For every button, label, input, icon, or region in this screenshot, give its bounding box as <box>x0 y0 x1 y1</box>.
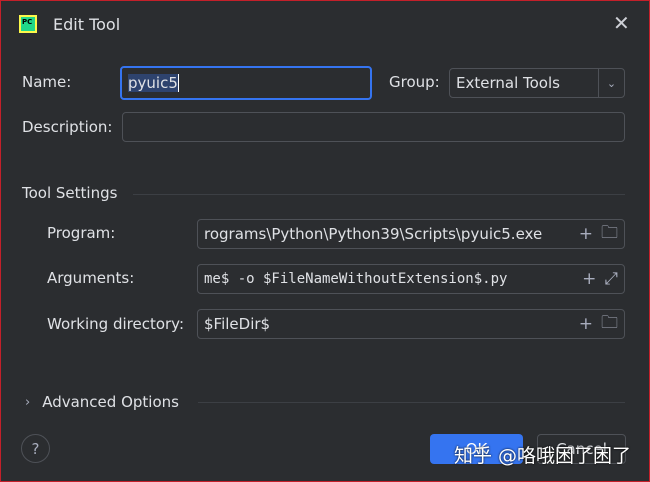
plus-icon[interactable]: + <box>579 224 593 244</box>
group-select[interactable]: External Tools ⌄ <box>449 68 625 98</box>
working-directory-input[interactable]: $FileDir$ + 🗀 <box>197 309 625 339</box>
help-button[interactable]: ? <box>21 434 50 463</box>
working-directory-label: Working directory: <box>47 315 185 333</box>
watermark: 知乎 @咯哦困了困了 <box>454 445 632 467</box>
plus-icon[interactable]: + <box>582 269 596 289</box>
group-label: Group: <box>389 73 440 91</box>
divider <box>133 194 625 195</box>
tool-settings-heading: Tool Settings <box>22 184 118 202</box>
expand-icon[interactable]: ⤢ <box>604 269 618 289</box>
app-icon: PC <box>19 15 37 33</box>
name-input[interactable]: pyuic5 <box>120 66 372 100</box>
close-icon[interactable]: ✕ <box>613 11 630 35</box>
name-label: Name: <box>22 73 72 91</box>
chevron-down-icon: ⌄ <box>598 69 624 97</box>
arguments-input[interactable]: me$ -o $FileNameWithoutExtension$.py + ⤢ <box>197 264 625 294</box>
advanced-options-toggle[interactable]: › Advanced Options <box>25 393 179 411</box>
description-input[interactable] <box>122 112 625 142</box>
chevron-right-icon: › <box>25 394 31 410</box>
folder-icon[interactable]: 🗀 <box>601 220 618 248</box>
program-label: Program: <box>47 224 116 242</box>
folder-icon[interactable]: 🗀 <box>601 310 618 338</box>
description-label: Description: <box>22 118 113 136</box>
divider <box>198 402 625 403</box>
arguments-label: Arguments: <box>47 269 135 287</box>
dialog-title: Edit Tool <box>53 15 121 34</box>
plus-icon[interactable]: + <box>579 314 593 334</box>
program-input[interactable]: rograms\Python\Python39\Scripts\pyuic5.e… <box>197 219 625 249</box>
